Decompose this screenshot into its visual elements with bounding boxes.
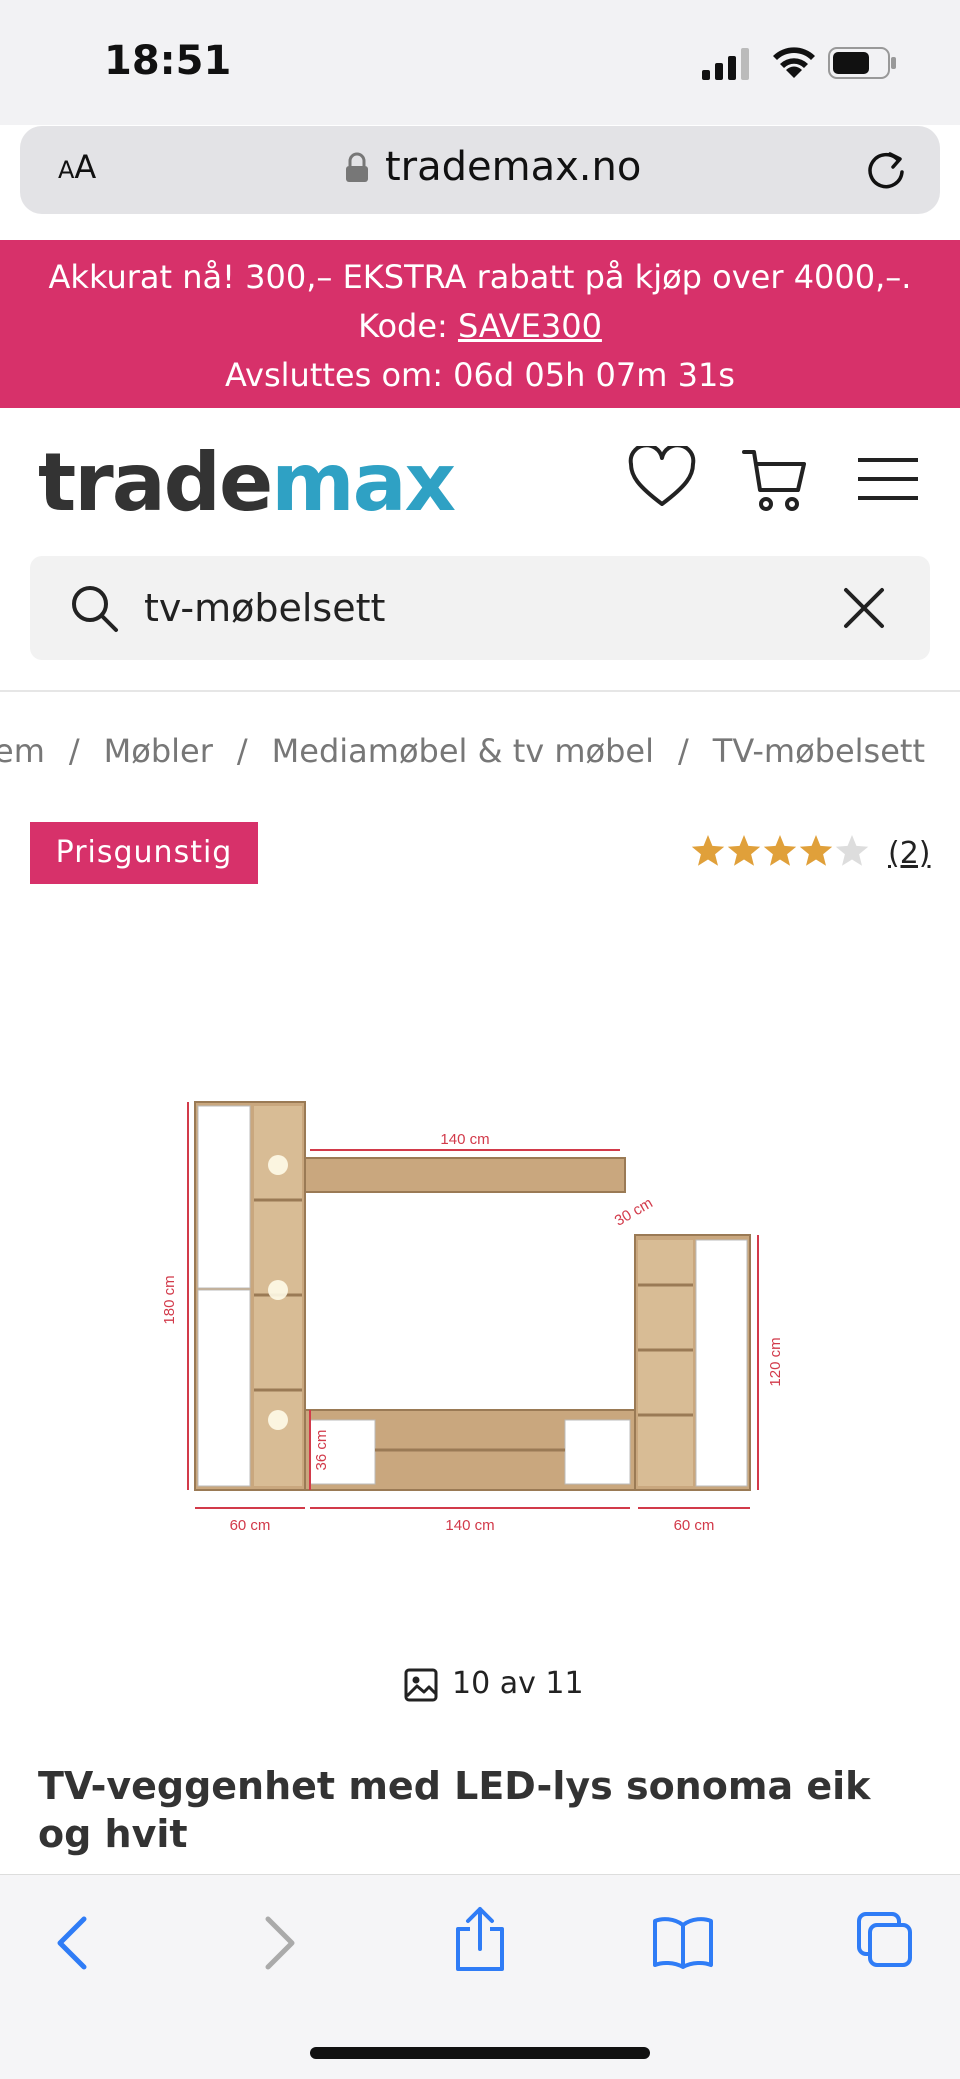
- star-filled-icon: [763, 835, 797, 866]
- bookmarks-icon[interactable]: [652, 1915, 714, 1969]
- price-badge: Prisgunstig: [30, 822, 258, 884]
- clear-search-icon[interactable]: [842, 586, 886, 630]
- rating-stars[interactable]: [690, 832, 874, 872]
- dimension-label: 60 cm: [674, 1517, 715, 1534]
- gallery-image-icon: [404, 1668, 438, 1702]
- tabs-icon[interactable]: [856, 1911, 914, 1969]
- breadcrumb-item[interactable]: Mediamøbel & tv møbel: [272, 732, 654, 770]
- reload-icon[interactable]: [862, 146, 910, 194]
- battery-icon: [828, 47, 896, 79]
- breadcrumb: em / Møbler / Mediamøbel & tv møbel / TV-møbel…: [0, 732, 925, 770]
- promo-countdown: Avsluttes om: 06d 05h 07m 31s: [225, 356, 735, 394]
- wishlist-heart-icon[interactable]: [628, 446, 696, 508]
- status-time: 18:51: [104, 38, 232, 84]
- forward-icon[interactable]: [262, 1915, 298, 1971]
- address-bar[interactable]: AA trademax.no: [20, 126, 940, 214]
- dimension-label: 36 cm: [313, 1430, 330, 1471]
- star-filled-icon: [691, 835, 725, 866]
- trademax-logo[interactable]: trademax: [38, 438, 456, 528]
- product-title: TV-veggenhet med LED-lys sonoma eik og h…: [38, 1764, 871, 1856]
- back-icon[interactable]: [54, 1915, 90, 1971]
- cart-icon[interactable]: [742, 446, 808, 514]
- star-filled-icon: [799, 835, 833, 866]
- star-empty-icon: [835, 835, 869, 866]
- dimension-label: 140 cm: [440, 1131, 489, 1148]
- wifi-icon: [773, 47, 815, 78]
- promo-code-link[interactable]: SAVE300: [458, 307, 602, 345]
- lock-icon: [346, 152, 368, 182]
- dimension-label: 30 cm: [612, 1195, 656, 1230]
- search-icon: [72, 586, 118, 632]
- promo-code-label: Kode:: [358, 307, 458, 345]
- star-filled-icon: [727, 835, 761, 866]
- cellular-signal-icon: [702, 48, 749, 80]
- review-count-link[interactable]: (2): [888, 836, 931, 871]
- product-image[interactable]: 180 cm 140 cm 30 cm 120 cm 36 cm 60 cm 1…: [160, 1090, 800, 1550]
- promo-banner[interactable]: Akkurat nå! 300,– EKSTRA rabatt på kjøp …: [0, 240, 960, 408]
- share-icon[interactable]: [452, 1905, 508, 1973]
- furniture-drawing: [187, 1101, 759, 1509]
- promo-code-line: Kode: SAVE300: [0, 307, 960, 345]
- gallery-counter: 10 av 11: [452, 1666, 584, 1701]
- breadcrumb-item[interactable]: TV-møbelsett: [713, 732, 925, 770]
- url-domain[interactable]: trademax.no: [385, 144, 641, 190]
- dimension-label: 120 cm: [767, 1337, 784, 1386]
- home-indicator[interactable]: [310, 2047, 650, 2059]
- search-bar[interactable]: [30, 556, 930, 660]
- menu-hamburger-icon[interactable]: [858, 456, 920, 502]
- status-bar: 18:51 AA trademax.no: [0, 0, 960, 214]
- breadcrumb-item[interactable]: Møbler: [104, 732, 213, 770]
- dimension-label: 180 cm: [161, 1275, 178, 1324]
- search-input[interactable]: [144, 580, 824, 636]
- promo-text: Akkurat nå! 300,– EKSTRA rabatt på kjøp …: [48, 258, 912, 296]
- text-size-button[interactable]: AA: [58, 148, 96, 186]
- safari-toolbar: [0, 1874, 960, 2079]
- dimension-label: 60 cm: [230, 1517, 271, 1534]
- header-divider: [0, 690, 960, 692]
- breadcrumb-item[interactable]: em: [0, 732, 45, 770]
- dimension-label: 140 cm: [445, 1517, 494, 1534]
